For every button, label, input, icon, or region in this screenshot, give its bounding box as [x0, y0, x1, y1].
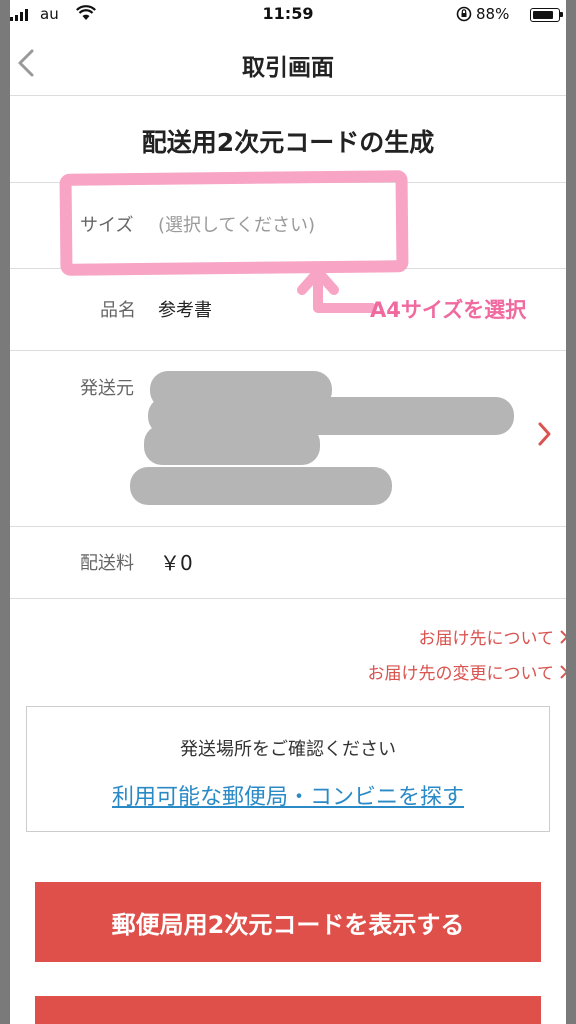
- show-code-button[interactable]: 郵便局用2次元コードを表示する: [35, 882, 541, 962]
- rotation-lock-icon: [456, 6, 472, 22]
- fee-value: ￥0: [160, 551, 193, 575]
- item-value: 参考書: [158, 300, 212, 321]
- redacted-sender-line-3: [144, 425, 320, 465]
- chevron-right-icon: [560, 629, 566, 644]
- about-destination-text: お届け先について: [418, 629, 555, 649]
- about-destination-link[interactable]: お届け先について: [418, 624, 566, 649]
- nav-title: 取引画面: [242, 55, 334, 81]
- fee-label: 配送料: [80, 553, 134, 574]
- page-title: 配送用2次元コードの生成: [141, 128, 435, 157]
- sender-label: 発送元: [80, 378, 134, 399]
- annotation-arrow-icon: [297, 267, 377, 313]
- change-destination-text: お届け先の変更について: [367, 664, 555, 684]
- find-location-link[interactable]: 利用可能な郵便局・コンビニを探す: [27, 779, 549, 811]
- chevron-right-icon[interactable]: [536, 421, 552, 447]
- screen-edge-left: [0, 0, 10, 1024]
- item-label: 品名: [100, 300, 136, 321]
- status-bar: au 11:59 88%: [10, 0, 566, 30]
- phone-screen: au 11:59 88% 取引画面 配送用2次元コードの生成 サイズ (選択して…: [10, 0, 566, 1024]
- change-destination-link[interactable]: お届け先の変更について: [367, 659, 566, 684]
- shipping-location-box: 発送場所をご確認ください 利用可能な郵便局・コンビニを探す: [26, 706, 550, 832]
- page-heading-row: 配送用2次元コードの生成: [10, 97, 566, 183]
- annotation-text: A4サイズを選択: [370, 298, 527, 322]
- redacted-sender-line-4: [130, 467, 392, 505]
- shipping-fee-row: 配送料 ￥0: [10, 527, 566, 599]
- annotation-highlight-box: [59, 170, 409, 276]
- sender-row[interactable]: 発送元: [10, 351, 566, 527]
- chevron-right-icon: [560, 664, 566, 679]
- confirm-message: 発送場所をご確認ください: [180, 739, 396, 760]
- battery-icon: [530, 8, 563, 22]
- secondary-action-button[interactable]: [35, 996, 541, 1024]
- screen-edge-right: [566, 0, 576, 1024]
- battery-percent: 88%: [476, 5, 510, 23]
- navigation-bar: 取引画面: [10, 30, 566, 96]
